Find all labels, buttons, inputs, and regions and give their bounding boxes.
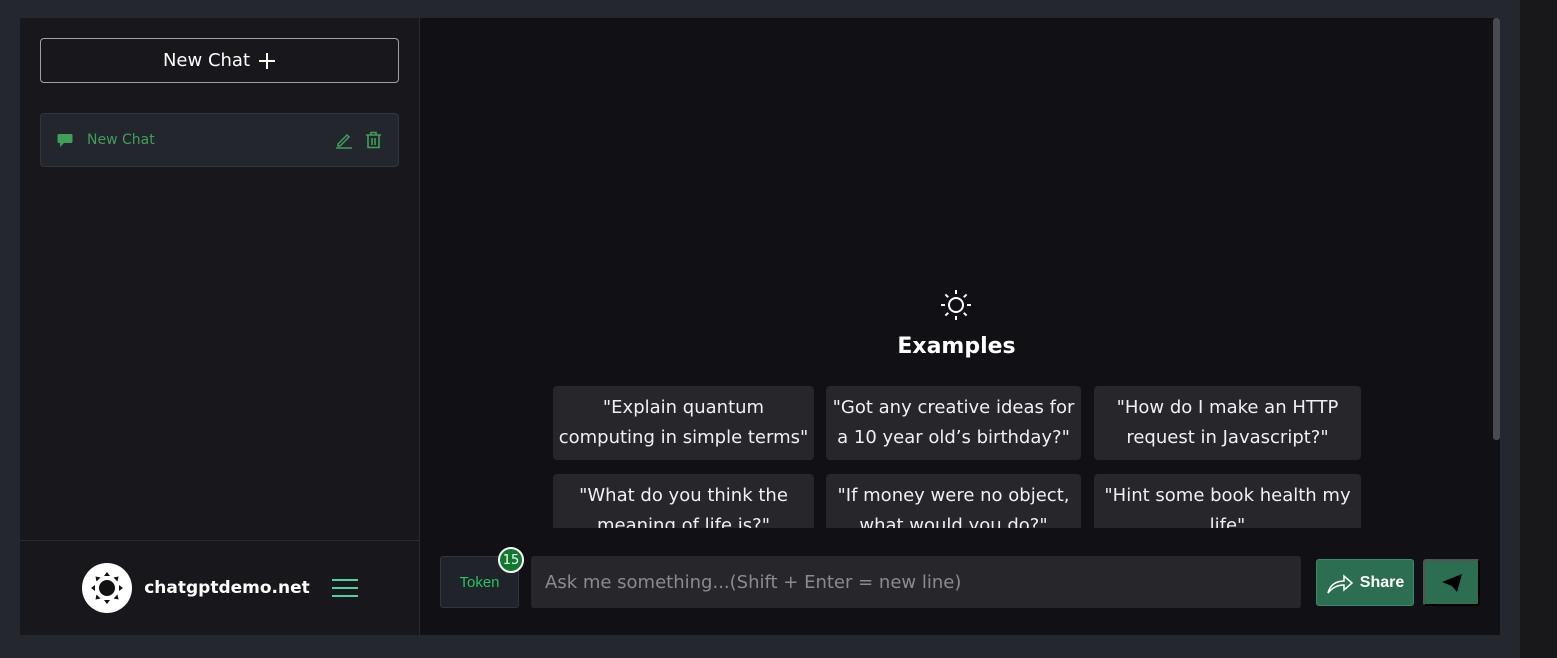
plus-icon xyxy=(259,52,276,69)
sidebar: New Chat New Chat chatgptdemo.net xyxy=(20,18,420,635)
trash-icon[interactable] xyxy=(365,131,382,149)
window-edge xyxy=(1520,0,1557,658)
scrollbar[interactable] xyxy=(1493,18,1500,440)
sun-logo-icon xyxy=(91,572,124,604)
brand-name: chatgptdemo.net xyxy=(144,578,310,598)
example-card[interactable]: "Explain quantum computing in simple ter… xyxy=(553,386,814,460)
example-card[interactable]: "Hint some book health my life" xyxy=(1094,474,1361,528)
sun-icon xyxy=(941,290,971,320)
share-arrow-icon xyxy=(1327,573,1353,593)
token-label: Token xyxy=(459,573,500,591)
new-chat-label: New Chat xyxy=(162,50,251,71)
new-chat-button[interactable]: New Chat xyxy=(40,38,399,83)
menu-icon[interactable] xyxy=(331,578,358,598)
sidebar-footer: chatgptdemo.net xyxy=(20,540,420,635)
app: New Chat New Chat chatgptdemo.net Exampl… xyxy=(20,18,1500,635)
message-input[interactable] xyxy=(531,556,1301,608)
example-card[interactable]: "How do I make an HTTP request in Javasc… xyxy=(1094,386,1361,460)
example-card[interactable]: "Got any creative ideas for a 10 year ol… xyxy=(826,386,1081,460)
token-count-badge: 15 xyxy=(498,547,524,573)
examples-title: Examples xyxy=(897,334,1016,359)
examples-section: Examples "Explain quantum computing in s… xyxy=(420,288,1500,528)
chat-title: New Chat xyxy=(87,132,155,148)
send-icon xyxy=(1441,573,1462,592)
chat-list-item[interactable]: New Chat xyxy=(40,113,399,167)
example-card[interactable]: "What do you think the meaning of life i… xyxy=(553,474,814,528)
send-button[interactable] xyxy=(1423,559,1480,606)
share-label: Share xyxy=(1359,573,1405,591)
edit-icon[interactable] xyxy=(335,131,353,149)
example-card[interactable]: "If money were no object, what would you… xyxy=(826,474,1081,528)
share-button[interactable]: Share xyxy=(1316,559,1414,606)
chat-bubble-icon xyxy=(57,133,73,147)
input-bar: Token 15 Share xyxy=(420,547,1500,608)
logo xyxy=(82,563,133,613)
chat-main: Examples "Explain quantum computing in s… xyxy=(420,18,1500,635)
